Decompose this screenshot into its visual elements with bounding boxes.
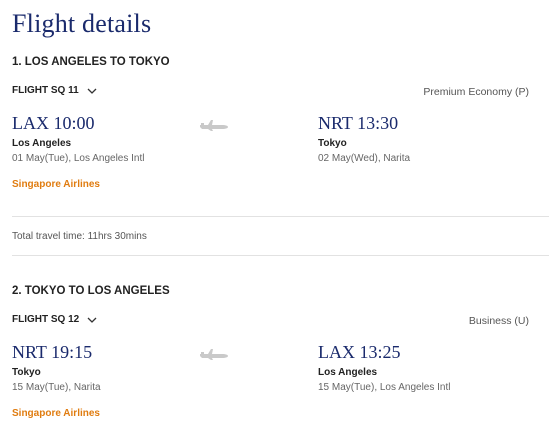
chevron-down-icon (87, 88, 97, 94)
segment-heading: 1. LOS ANGELES TO TOKYO (12, 56, 170, 68)
cabin-class: Business (U) (468, 315, 529, 327)
departure-code-time: LAX 10:00 (12, 113, 95, 133)
flight-number: FLIGHT SQ 11 (12, 85, 79, 96)
departure-city: Tokyo (12, 367, 41, 378)
arrival-date-airport: 15 May(Tue), Los Angeles Intl (318, 382, 451, 393)
page-title: Flight details (12, 9, 152, 38)
arrival-code-time: LAX 13:25 (318, 342, 401, 362)
arrival-code-time: NRT 13:30 (318, 113, 399, 133)
airplane-icon (200, 349, 228, 360)
divider (12, 216, 549, 217)
departure-city: Los Angeles (12, 138, 72, 149)
departure-date-airport: 15 May(Tue), Narita (12, 382, 101, 393)
arrival-city: Tokyo (318, 138, 347, 149)
flight-number-toggle[interactable]: FLIGHT SQ 11 (12, 85, 97, 96)
arrival-city: Los Angeles (318, 367, 378, 378)
flight-segment-1: 1. LOS ANGELES TO TOKYO FLIGHT SQ 11 Pre… (12, 56, 549, 256)
departure-date-airport: 01 May(Tue), Los Angeles Intl (12, 153, 145, 164)
flight-number-toggle[interactable]: FLIGHT SQ 12 (12, 314, 97, 325)
chevron-down-icon (87, 317, 97, 323)
flight-number: FLIGHT SQ 12 (12, 314, 80, 325)
airplane-icon (200, 120, 228, 131)
segment-heading: 2. TOKYO TO LOS ANGELES (12, 285, 170, 297)
flight-segment-2: 2. TOKYO TO LOS ANGELES FLIGHT SQ 12 Bus… (12, 285, 549, 430)
airline-name: Singapore Airlines (12, 408, 100, 419)
cabin-class: Premium Economy (P) (423, 86, 529, 98)
total-travel-time: Total travel time: 11hrs 30mins (12, 231, 147, 242)
airline-name: Singapore Airlines (12, 179, 100, 190)
arrival-date-airport: 02 May(Wed), Narita (318, 153, 411, 164)
divider (12, 255, 549, 256)
departure-code-time: NRT 19:15 (12, 342, 93, 362)
